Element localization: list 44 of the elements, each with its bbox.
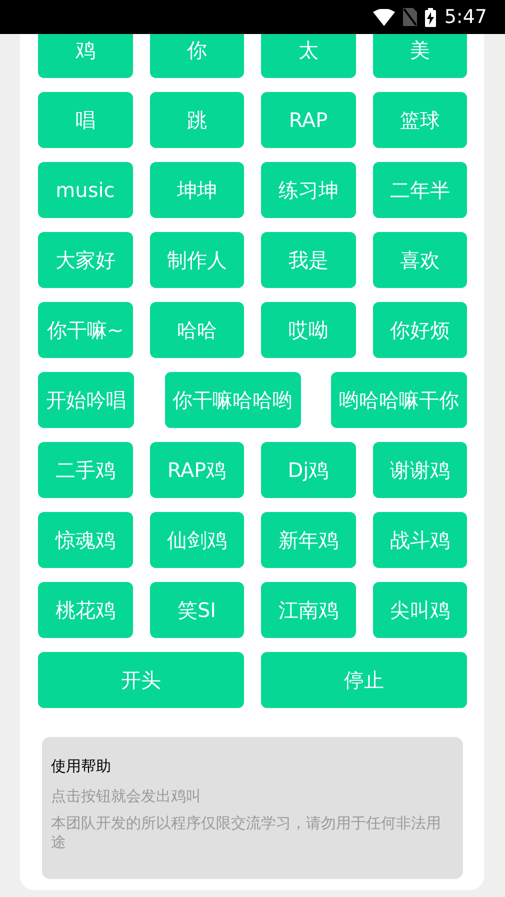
sound-button[interactable]: 喜欢 (372, 232, 467, 288)
sound-button[interactable]: 坤坤 (150, 162, 244, 218)
battery-charging-icon (425, 8, 436, 26)
sound-button[interactable]: 我是 (261, 232, 356, 288)
no-sim-icon (403, 8, 418, 26)
sound-button[interactable]: 江南鸡 (261, 582, 356, 638)
sound-button[interactable]: 开始吟唱 (38, 372, 134, 428)
help-title: 使用帮助 (51, 756, 112, 777)
sound-button[interactable]: 你干嘛~ (38, 302, 132, 358)
sound-button[interactable]: 美 (372, 34, 467, 78)
sound-button[interactable]: 仙剑鸡 (150, 512, 244, 568)
help-text: 点击按钮就会发出鸡叫 (51, 786, 202, 806)
control-button[interactable]: 开头 (38, 652, 244, 708)
help-text: 本团队开发的所以程序仅限交流学习，请勿用于任何非法用途 (51, 814, 442, 852)
sound-button[interactable]: 练习坤 (261, 162, 356, 218)
sound-button[interactable]: 鸡 (38, 34, 132, 78)
sound-button[interactable]: 你干嘛哈哈哟 (164, 372, 300, 428)
sound-button[interactable]: 篮球 (372, 92, 467, 148)
sound-button[interactable]: 你 (150, 34, 244, 78)
sound-button[interactable]: 尖叫鸡 (372, 582, 467, 638)
sound-button[interactable]: 大家好 (38, 232, 132, 288)
sound-button[interactable]: music (38, 162, 132, 218)
sound-button[interactable]: 跳 (150, 92, 244, 148)
sound-button[interactable]: 二手鸡 (38, 442, 132, 498)
sound-button[interactable]: 你好烦 (372, 302, 467, 358)
sound-button[interactable]: 惊魂鸡 (38, 512, 132, 568)
sound-button[interactable]: 战斗鸡 (372, 512, 467, 568)
clock: 5:47 (444, 4, 487, 30)
sound-button[interactable]: RAP鸡 (150, 442, 244, 498)
sound-button[interactable]: 新年鸡 (261, 512, 356, 568)
sound-button[interactable]: 哎呦 (261, 302, 356, 358)
sound-button[interactable]: 哟哈哈嘛干你 (331, 372, 467, 428)
sound-button[interactable]: 唱 (38, 92, 132, 148)
sound-button[interactable]: 太 (261, 34, 356, 78)
sound-button[interactable]: 谢谢鸡 (372, 442, 467, 498)
sound-button[interactable]: 制作人 (150, 232, 244, 288)
wifi-icon (373, 8, 396, 26)
sound-button[interactable]: 哈哈 (150, 302, 244, 358)
sound-button[interactable]: RAP (261, 92, 356, 148)
sound-button[interactable]: Dj鸡 (261, 442, 356, 498)
sound-button[interactable]: 二年半 (372, 162, 467, 218)
control-button[interactable]: 停止 (261, 652, 467, 708)
sound-button[interactable]: 桃花鸡 (38, 582, 132, 638)
sound-button[interactable]: 笑SI (150, 582, 244, 638)
